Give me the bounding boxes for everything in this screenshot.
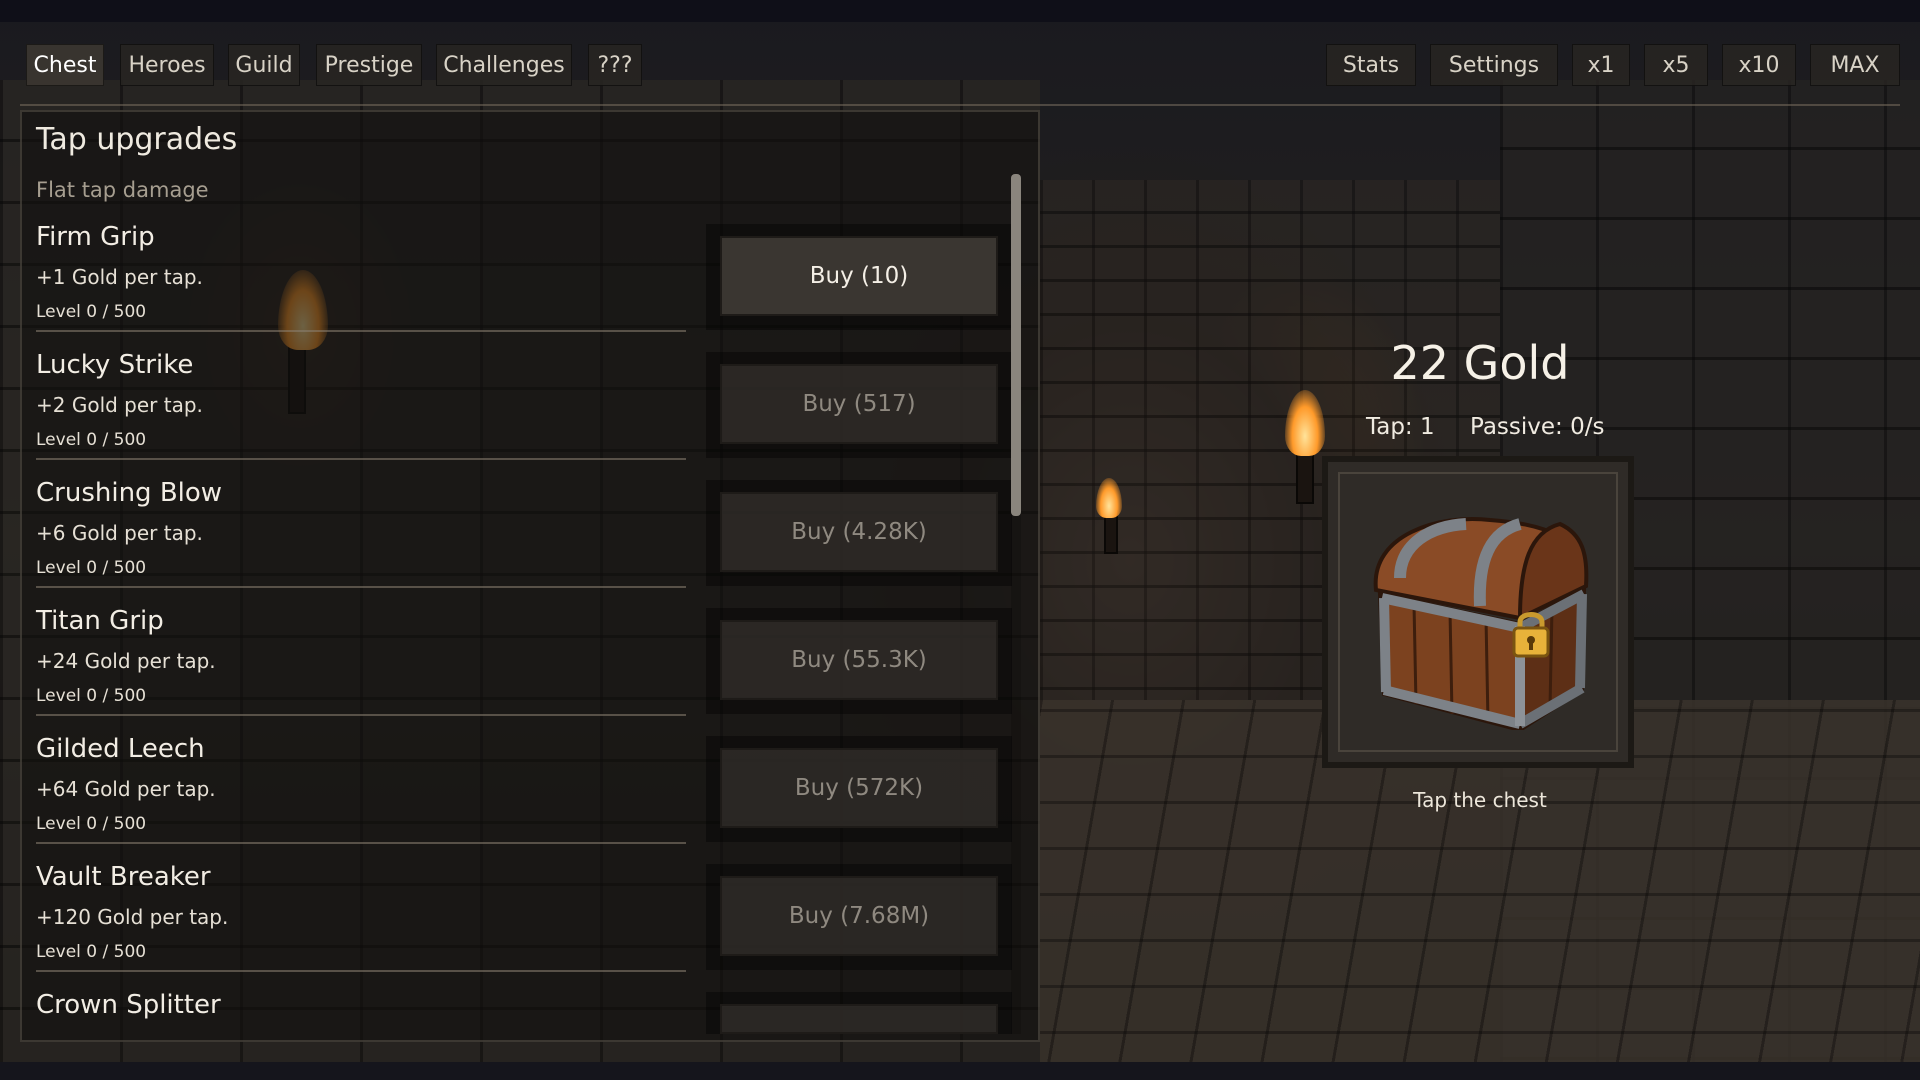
buy-crown-splitter-button[interactable] bbox=[720, 1004, 998, 1034]
buy-titan-grip-button[interactable]: Buy (55.3K) bbox=[720, 620, 998, 700]
settings-button[interactable]: Settings bbox=[1430, 44, 1558, 86]
upgrade-separator bbox=[36, 458, 686, 460]
tab-heroes[interactable]: Heroes bbox=[120, 44, 214, 86]
upgrade-separator bbox=[36, 842, 686, 844]
upgrade-level: Level 0 / 500 bbox=[36, 302, 147, 322]
upgrade-description: +24 Gold per tap. bbox=[36, 649, 216, 673]
upgrade-name: Crown Splitter bbox=[36, 990, 221, 1020]
upgrade-description: +120 Gold per tap. bbox=[36, 905, 229, 929]
multiplier-max-button[interactable]: MAX bbox=[1810, 44, 1900, 86]
upgrade-name: Lucky Strike bbox=[36, 350, 194, 380]
padlock-icon bbox=[1512, 612, 1550, 658]
upgrade-separator bbox=[36, 714, 686, 716]
header-divider bbox=[20, 104, 1900, 106]
buy-lucky-strike-button[interactable]: Buy (517) bbox=[720, 364, 998, 444]
panel-subtitle: Flat tap damage bbox=[36, 178, 209, 202]
buy-crushing-blow-button[interactable]: Buy (4.28K) bbox=[720, 492, 998, 572]
upgrade-level: Level 0 / 500 bbox=[36, 942, 147, 962]
gold-counter: 22 Gold bbox=[1390, 336, 1570, 390]
upgrade-level: Level 0 / 500 bbox=[36, 814, 147, 834]
buy-firm-grip-button[interactable]: Buy (10) bbox=[720, 236, 998, 316]
upgrade-level: Level 0 / 500 bbox=[36, 686, 147, 706]
upgrade-level: Level 0 / 500 bbox=[36, 558, 147, 578]
top-edge bbox=[0, 0, 1920, 22]
multiplier-x10-button[interactable]: x10 bbox=[1722, 44, 1796, 86]
passive-stat: Passive: 0/s bbox=[1470, 414, 1605, 440]
treasure-chest-icon bbox=[1373, 517, 1589, 730]
panel-title: Tap upgrades bbox=[36, 122, 238, 157]
upgrade-description: +1 Gold per tap. bbox=[36, 265, 203, 289]
bottom-edge bbox=[0, 1062, 1920, 1080]
upgrade-name: Gilded Leech bbox=[36, 734, 205, 764]
upgrade-name: Firm Grip bbox=[36, 222, 155, 252]
upgrade-name: Titan Grip bbox=[36, 606, 164, 636]
tab-prestige[interactable]: Prestige bbox=[316, 44, 422, 86]
upgrade-level: Level 0 / 500 bbox=[36, 430, 147, 450]
upgrade-name: Vault Breaker bbox=[36, 862, 211, 892]
upgrade-description: +64 Gold per tap. bbox=[36, 777, 216, 801]
buy-vault-breaker-button[interactable]: Buy (7.68M) bbox=[720, 876, 998, 956]
stats-button[interactable]: Stats bbox=[1326, 44, 1416, 86]
chest-caption: Tap the chest bbox=[1413, 788, 1547, 812]
multiplier-x5-button[interactable]: x5 bbox=[1644, 44, 1708, 86]
tab-challenges[interactable]: Challenges bbox=[436, 44, 572, 86]
multiplier-x1-button[interactable]: x1 bbox=[1572, 44, 1630, 86]
upgrade-name: Crushing Blow bbox=[36, 478, 223, 508]
upgrade-separator bbox=[36, 970, 686, 972]
tab-mystery[interactable]: ??? bbox=[588, 44, 642, 86]
upgrades-scrollbar-thumb[interactable] bbox=[1011, 174, 1021, 516]
tab-chest[interactable]: Chest bbox=[26, 44, 104, 86]
upgrade-description: +2 Gold per tap. bbox=[36, 393, 203, 417]
upgrade-separator bbox=[36, 330, 686, 332]
upgrade-description: +6 Gold per tap. bbox=[36, 521, 203, 545]
upgrade-separator bbox=[36, 586, 686, 588]
tap-stat: Tap: 1 bbox=[1366, 414, 1435, 440]
buy-gilded-leech-button[interactable]: Buy (572K) bbox=[720, 748, 998, 828]
game-screen: Chest Heroes Guild Prestige Challenges ?… bbox=[0, 0, 1920, 1080]
tab-guild[interactable]: Guild bbox=[228, 44, 300, 86]
